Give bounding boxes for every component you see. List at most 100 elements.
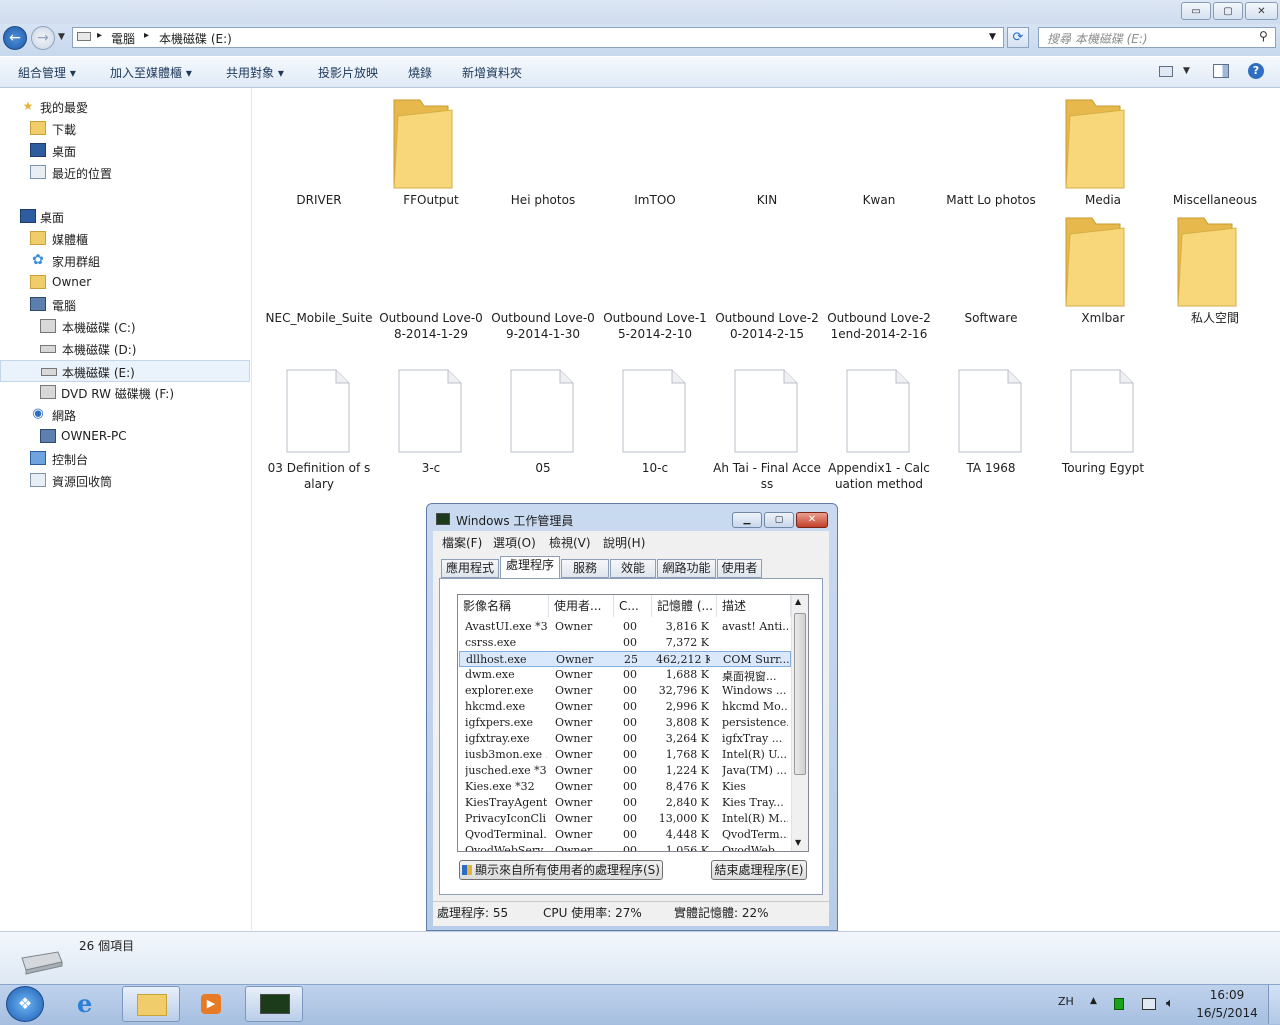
activity-tray-icon[interactable]: [1114, 998, 1124, 1010]
network-tray-icon[interactable]: [1142, 998, 1156, 1010]
nav-desktop[interactable]: 桌面: [0, 206, 250, 228]
column-cpu[interactable]: C...: [614, 595, 652, 617]
process-row[interactable]: QvodWebServ... Owner 00 1,056 K QvodWeb...: [459, 843, 791, 851]
show-desktop-button[interactable]: [1268, 985, 1280, 1024]
file-item[interactable]: Ah Tai - Final Access: [713, 460, 821, 492]
folder-item[interactable]: Kwan: [825, 192, 933, 208]
start-button[interactable]: ❖: [6, 986, 44, 1022]
clock-date[interactable]: 16/5/2014: [1194, 1006, 1260, 1020]
new-folder-button[interactable]: 新增資料夾: [462, 64, 522, 81]
taskbar-task-manager-button[interactable]: [245, 986, 303, 1022]
folder-item[interactable]: KIN: [713, 192, 821, 208]
process-row[interactable]: PrivacyIconCli... Owner 00 13,000 K Intel(R)…: [459, 811, 791, 827]
nav-drive-c[interactable]: 本機磁碟 (C:): [0, 316, 250, 338]
folder-item[interactable]: Outbound Love-21end-2014-2-16: [825, 310, 933, 342]
tm-menu-file[interactable]: 檔案(F): [442, 534, 482, 551]
process-row[interactable]: iusb3mon.exe ... Owner 00 1,768 K Intel(R) U…: [459, 747, 791, 763]
scrollbar-thumb[interactable]: [794, 613, 806, 775]
column-user-name[interactable]: 使用者...: [549, 595, 614, 617]
folder-item[interactable]: Outbound Love-08-2014-1-29: [377, 310, 485, 342]
process-row[interactable]: igfxtray.exe Owner 00 3,264 K igfxTray ...: [459, 731, 791, 747]
taskbar-explorer-button[interactable]: [122, 986, 180, 1022]
column-image-name[interactable]: 影像名稱: [458, 595, 549, 617]
tm-menu-view[interactable]: 檢視(V): [549, 534, 591, 551]
address-dropdown-icon[interactable]: ▼: [989, 32, 996, 42]
process-row[interactable]: jusched.exe *32 Owner 00 1,224 K Java(TM) ..…: [459, 763, 791, 779]
tm-menu-options[interactable]: 選項(O): [493, 534, 536, 551]
folder-item[interactable]: Outbound Love-15-2014-2-10: [601, 310, 709, 342]
folder-item[interactable]: Xmlbar: [1049, 310, 1157, 326]
tab-processes[interactable]: 處理程序: [500, 556, 560, 579]
folder-item[interactable]: Outbound Love-09-2014-1-30: [489, 310, 597, 342]
breadcrumb-computer[interactable]: 電腦: [111, 30, 135, 47]
file-item[interactable]: 03 Definition of salary: [265, 460, 373, 492]
show-hidden-icons-chevron-icon[interactable]: ▲: [1090, 996, 1097, 1006]
add-to-library-button[interactable]: 加入至媒體櫃 ▾: [110, 64, 192, 81]
process-row[interactable]: QvodTerminal.... Owner 00 4,448 K QvodTerm..…: [459, 827, 791, 843]
organize-button[interactable]: 組合管理 ▾: [18, 64, 76, 81]
recent-pages-chevron-icon[interactable]: ▼: [58, 32, 65, 42]
nav-downloads[interactable]: 下載: [0, 118, 250, 140]
process-row[interactable]: explorer.exe Owner 00 32,796 K Windows ...: [459, 683, 791, 699]
forward-button[interactable]: →: [31, 26, 55, 50]
back-button[interactable]: ←: [3, 26, 27, 50]
tab-networking[interactable]: 網路功能: [657, 559, 716, 578]
view-options-chevron-icon[interactable]: ▼: [1183, 66, 1190, 76]
nav-owner[interactable]: Owner: [0, 272, 250, 294]
folder-item[interactable]: Outbound Love-20-2014-2-15: [713, 310, 821, 342]
tab-users[interactable]: 使用者: [717, 559, 762, 578]
file-item[interactable]: 3-c: [377, 460, 485, 476]
search-input[interactable]: 搜尋 本機磁碟 (E:) ⚲: [1038, 27, 1276, 48]
file-item[interactable]: Touring Egypt: [1049, 460, 1157, 476]
folder-item[interactable]: NEC_Mobile_Suite: [265, 310, 373, 326]
nav-control-panel[interactable]: 控制台: [0, 448, 250, 470]
tm-minimize-button[interactable]: ▁: [732, 512, 762, 528]
process-row[interactable]: AvastUI.exe *32 Owner 00 3,816 K avast! Anti…: [459, 619, 791, 635]
nav-homegroup[interactable]: ✿ 家用群組: [0, 250, 250, 272]
volume-icon[interactable]: 🔈︎: [1166, 996, 1174, 1011]
tab-services[interactable]: 服務: [561, 559, 609, 578]
tm-menu-help[interactable]: 說明(H): [603, 534, 645, 551]
minimize-button[interactable]: ▭: [1181, 2, 1211, 20]
nav-recycle-bin[interactable]: 資源回收筒: [0, 470, 250, 492]
breadcrumb-chevron-icon[interactable]: ▸: [144, 30, 149, 41]
end-process-button[interactable]: 結束處理程序(E): [711, 860, 807, 880]
taskbar-ie-button[interactable]: e: [62, 986, 120, 1022]
folder-item[interactable]: Miscellaneous: [1161, 192, 1269, 208]
process-row[interactable]: dllhost.exe Owner 25 462,212 K COM Surr...: [459, 651, 791, 667]
scroll-down-icon[interactable]: ▼: [795, 838, 801, 847]
tm-close-button[interactable]: ✕: [796, 512, 828, 528]
folder-item[interactable]: FFOutput: [377, 192, 485, 208]
nav-favorites[interactable]: ★ 我的最愛: [0, 96, 250, 118]
file-item[interactable]: Appendix1 - Calcuation method: [825, 460, 933, 492]
language-indicator[interactable]: ZH: [1058, 995, 1074, 1008]
breadcrumb-drive-e[interactable]: 本機磁碟 (E:): [159, 30, 232, 47]
folder-item[interactable]: Software: [937, 310, 1045, 326]
folder-item[interactable]: DRIVER: [265, 192, 373, 208]
process-row[interactable]: dwm.exe Owner 00 1,688 K 桌面視窗...: [459, 667, 791, 683]
show-all-processes-button[interactable]: 顯示來自所有使用者的處理程序(S): [459, 860, 663, 880]
process-list-scrollbar[interactable]: ▲ ▼: [791, 595, 808, 851]
folder-item[interactable]: Hei photos: [489, 192, 597, 208]
process-row[interactable]: Kies.exe *32 Owner 00 8,476 K Kies: [459, 779, 791, 795]
view-options-icon[interactable]: [1159, 66, 1173, 77]
file-item[interactable]: TA 1968: [937, 460, 1045, 476]
breadcrumb-root-chevron-icon[interactable]: ▸: [97, 30, 102, 41]
maximize-button[interactable]: ▢: [1213, 2, 1243, 20]
slideshow-button[interactable]: 投影片放映: [318, 64, 378, 81]
process-row[interactable]: csrss.exe 00 7,372 K: [459, 635, 791, 651]
burn-button[interactable]: 燒錄: [408, 64, 432, 81]
help-icon[interactable]: ?: [1248, 63, 1264, 79]
folder-item[interactable]: 私人空間: [1161, 310, 1269, 326]
close-button[interactable]: ✕: [1245, 2, 1278, 20]
tm-maximize-button[interactable]: ▢: [764, 512, 794, 528]
tab-performance[interactable]: 效能: [610, 559, 656, 578]
process-row[interactable]: igfxpers.exe Owner 00 3,808 K persistence...: [459, 715, 791, 731]
refresh-button[interactable]: ⟳: [1007, 27, 1029, 48]
process-row[interactable]: hkcmd.exe Owner 00 2,996 K hkcmd Mo...: [459, 699, 791, 715]
tab-applications[interactable]: 應用程式: [441, 559, 499, 578]
nav-owner-pc[interactable]: OWNER-PC: [0, 426, 250, 448]
clock-time[interactable]: 16:09: [1194, 988, 1260, 1002]
scroll-up-icon[interactable]: ▲: [795, 597, 801, 606]
nav-drive-e[interactable]: 本機磁碟 (E:): [0, 360, 250, 382]
